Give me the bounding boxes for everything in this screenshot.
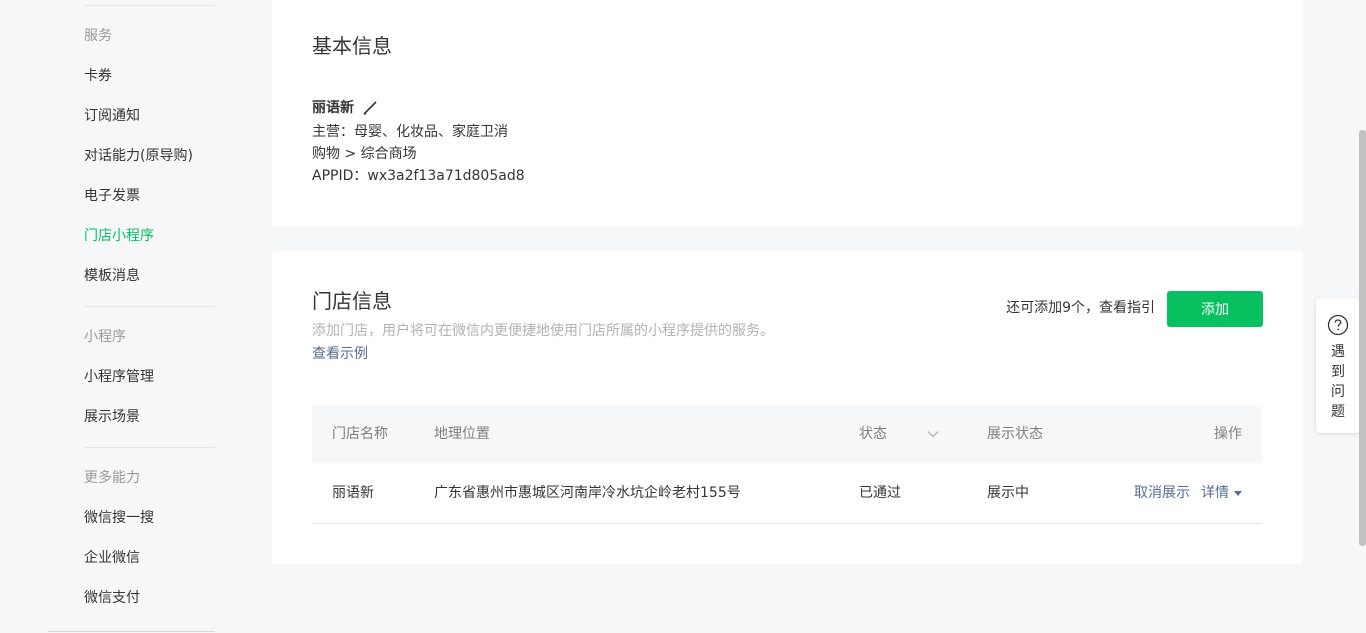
view-guide-link[interactable]: 查看指引 — [1099, 300, 1155, 316]
sidebar-item-miniprogram-manage[interactable]: 小程序管理 — [84, 367, 154, 387]
cell-store-name: 丽语新 — [332, 485, 374, 501]
sidebar-item-store-miniprogram[interactable]: 门店小程序 — [84, 226, 154, 246]
divider — [48, 631, 215, 632]
view-example-link[interactable]: 查看示例 — [312, 344, 368, 364]
detail-dropdown[interactable]: 详情 — [1201, 483, 1242, 503]
column-header-status: 状态 — [859, 426, 887, 442]
appid: APPID：wx3a2f13a71d805ad8 — [312, 168, 525, 184]
basic-info-title: 基本信息 — [312, 34, 392, 58]
help-widget[interactable]: 遇到问题 — [1316, 298, 1360, 433]
detail-link[interactable]: 详情 — [1201, 483, 1229, 503]
store-info-card: 门店信息 添加门店，用户将可在微信内更便捷地使用门店所属的小程序提供的服务。 查… — [272, 251, 1303, 564]
category: 购物 > 综合商场 — [312, 146, 417, 162]
sidebar-item-display-scenes[interactable]: 展示场景 — [84, 407, 140, 427]
column-header-store-name: 门店名称 — [332, 426, 388, 442]
sidebar: 服务 卡券 订阅通知 对话能力(原导购) 电子发票 门店小程序 模板消息 小程序… — [0, 0, 272, 633]
question-circle-icon — [1327, 314, 1349, 336]
sidebar-item-wecom[interactable]: 企业微信 — [84, 548, 140, 568]
sidebar-item-wechat-search[interactable]: 微信搜一搜 — [84, 508, 154, 528]
column-header-location: 地理位置 — [434, 426, 490, 442]
divider — [84, 447, 215, 448]
help-label: 遇到问题 — [1331, 344, 1345, 420]
quota-remaining: 还可添加9个， — [1006, 300, 1099, 316]
quota-text: 还可添加9个，查看指引 — [1006, 298, 1155, 318]
account-name: 丽语新 — [312, 100, 354, 116]
add-store-button[interactable]: 添加 — [1167, 291, 1263, 327]
sidebar-item-wechat-pay[interactable]: 微信支付 — [84, 588, 140, 608]
sidebar-item-template-message[interactable]: 模板消息 — [84, 266, 140, 286]
divider — [84, 306, 215, 307]
row-actions: 取消展示 详情 — [1134, 483, 1242, 503]
edit-pencil-icon[interactable] — [362, 100, 378, 116]
caret-down-icon — [1234, 490, 1242, 496]
sidebar-item-subscription-notify[interactable]: 订阅通知 — [84, 106, 140, 126]
sidebar-group-miniprogram: 小程序 — [84, 329, 126, 345]
column-header-display-status: 展示状态 — [987, 426, 1043, 442]
cell-display-status: 展示中 — [987, 485, 1029, 501]
table-header: 门店名称 地理位置 状态 展示状态 操作 — [312, 405, 1262, 463]
chevron-down-icon[interactable] — [926, 426, 940, 440]
sidebar-group-more: 更多能力 — [84, 470, 140, 486]
sidebar-item-coupons[interactable]: 卡券 — [84, 66, 112, 86]
store-info-title: 门店信息 — [312, 289, 392, 313]
account-name-row: 丽语新 — [312, 98, 378, 118]
sidebar-group-services: 服务 — [84, 28, 112, 44]
basic-info-card: 基本信息 丽语新 主营：母婴、化妆品、家庭卫消 购物 > 综合商场 APPID：… — [272, 0, 1303, 227]
cell-location: 广东省惠州市惠城区河南岸冷水坑企岭老村155号 — [434, 485, 741, 501]
cancel-display-link[interactable]: 取消展示 — [1134, 483, 1190, 503]
sidebar-item-conversation[interactable]: 对话能力(原导购) — [84, 146, 193, 166]
main-business: 主营：母婴、化妆品、家庭卫消 — [312, 124, 508, 140]
column-header-actions: 操作 — [1214, 426, 1242, 442]
cell-status: 已通过 — [859, 485, 901, 501]
store-info-description: 添加门店，用户将可在微信内更便捷地使用门店所属的小程序提供的服务。 — [312, 323, 774, 339]
vertical-scrollbar[interactable] — [1359, 130, 1366, 546]
table-row: 丽语新 广东省惠州市惠城区河南岸冷水坑企岭老村155号 已通过 展示中 取消展示… — [312, 463, 1262, 524]
sidebar-item-e-invoice[interactable]: 电子发票 — [84, 186, 140, 206]
store-table: 门店名称 地理位置 状态 展示状态 操作 丽语新 广东省惠州市惠城区河南岸冷水坑… — [312, 405, 1262, 524]
divider — [84, 5, 215, 6]
